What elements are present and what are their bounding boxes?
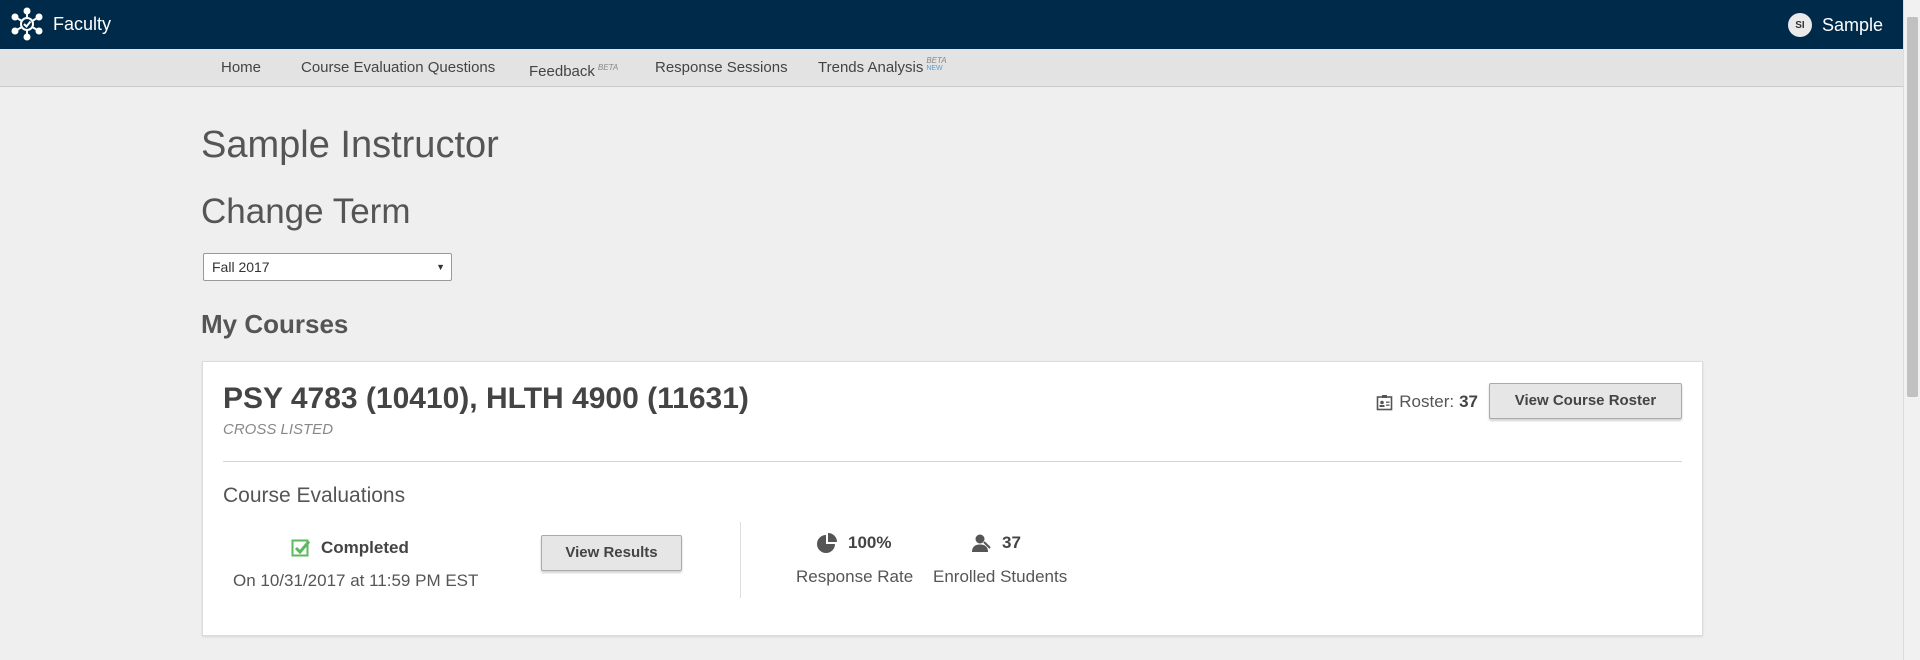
vertical-divider xyxy=(740,522,741,598)
response-rate-value: 100% xyxy=(848,533,892,552)
nav-item-label: Home xyxy=(221,59,262,76)
status-label: Completed xyxy=(321,538,409,557)
enrolled-label: Enrolled Students xyxy=(933,567,1068,586)
user-icon xyxy=(972,534,991,552)
main-nav: Home Course Evaluation Questions Feedbac… xyxy=(0,49,1903,87)
id-badge-icon xyxy=(1376,394,1393,410)
course-card: PSY 4783 (10410), HLTH 4900 (11631) CROS… xyxy=(202,361,1703,636)
my-courses-heading: My Courses xyxy=(201,309,349,339)
change-term-heading: Change Term xyxy=(201,192,411,231)
course-subtitle: CROSS LISTED xyxy=(223,421,334,438)
top-header: Faculty SI Sample xyxy=(0,0,1903,49)
enrolled-students-stat: 37 xyxy=(970,532,1021,554)
brand-label: Faculty xyxy=(53,13,112,34)
vertical-scrollbar[interactable] xyxy=(1903,0,1920,660)
response-rate-label: Response Rate xyxy=(796,567,914,586)
checkbox-checked-icon xyxy=(291,539,311,557)
scrollbar-thumb[interactable] xyxy=(1907,17,1918,397)
term-select[interactable]: Fall 2017 ▼ xyxy=(203,253,452,281)
roster-info: Roster: 37 xyxy=(1376,392,1478,412)
response-rate-stat: 100% xyxy=(816,532,891,554)
beta-badge: BETA xyxy=(926,56,947,65)
nav-item-response-sessions[interactable]: Response Sessions xyxy=(655,49,788,87)
roster-label: Roster: xyxy=(1399,392,1455,411)
enrolled-value: 37 xyxy=(1002,533,1021,552)
new-badge: NEW xyxy=(926,65,943,72)
avatar: SI xyxy=(1787,13,1812,37)
user-menu[interactable]: SI Sample xyxy=(1787,13,1883,37)
nav-item-trends-analysis[interactable]: Trends Analysis BETA NEW xyxy=(818,49,947,87)
evaluation-status: Completed xyxy=(291,538,409,558)
brand[interactable]: Faculty xyxy=(10,7,112,41)
nav-item-course-evaluation-questions[interactable]: Course Evaluation Questions xyxy=(301,49,495,87)
nav-item-label: Response Sessions xyxy=(655,59,788,76)
view-course-roster-button[interactable]: View Course Roster xyxy=(1489,383,1682,419)
page-title: Sample Instructor xyxy=(201,124,499,166)
course-title: PSY 4783 (10410), HLTH 4900 (11631) xyxy=(223,382,749,415)
caret-down-icon: ▼ xyxy=(436,262,445,272)
nav-item-label: Feedback xyxy=(529,63,595,80)
term-selected-value: Fall 2017 xyxy=(212,259,270,275)
nav-item-label: Trends Analysis xyxy=(818,59,924,76)
nav-item-feedback[interactable]: Feedback BETA xyxy=(529,49,618,87)
course-evaluations-heading: Course Evaluations xyxy=(223,484,406,507)
badge-stack: BETA NEW xyxy=(926,57,946,73)
beta-badge: BETA xyxy=(597,63,619,72)
pie-chart-icon xyxy=(817,533,837,553)
user-name: Sample xyxy=(1821,14,1883,35)
network-logo-icon xyxy=(11,7,43,41)
nav-item-label: Course Evaluation Questions xyxy=(301,59,496,76)
roster-count: 37 xyxy=(1459,392,1478,411)
nav-item-home[interactable]: Home xyxy=(221,49,261,87)
divider xyxy=(223,461,1682,462)
status-date: On 10/31/2017 at 11:59 PM EST xyxy=(233,571,479,590)
view-results-button[interactable]: View Results xyxy=(541,535,682,571)
